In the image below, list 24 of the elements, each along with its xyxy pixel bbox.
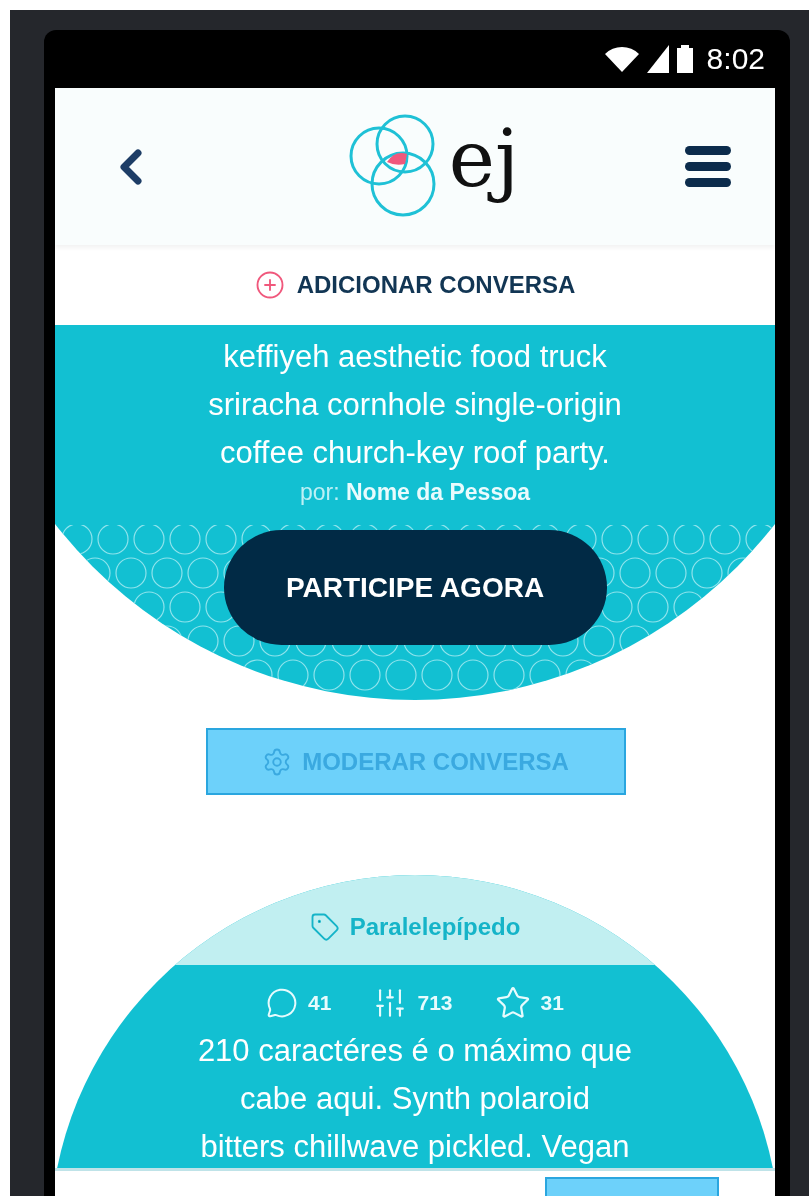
conversation-text: sriracha cornhole single-origin [208, 386, 622, 424]
tag-icon [309, 912, 340, 942]
author-line: por: Nome da Pessoa [299, 479, 531, 506]
speech-bubble-icon [266, 987, 299, 1019]
conversation-text: 210 caractéres é o máximo que [197, 1032, 633, 1070]
battery-icon [676, 45, 693, 73]
signal-icon [646, 45, 669, 73]
menu-button[interactable] [685, 143, 731, 190]
menu-icon [685, 143, 731, 190]
tag-label: Paralelepípedo [349, 913, 521, 941]
logo-text: ej [448, 112, 520, 206]
conversation-text: keffiyeh aesthetic food truck [223, 338, 607, 376]
stat-count: 713 [417, 991, 453, 1015]
participate-button[interactable]: PARTICIPE AGORA [223, 530, 607, 645]
plus-circle-icon [254, 270, 285, 300]
wifi-icon [604, 46, 639, 72]
status-time: 8:02 [706, 42, 765, 76]
star-icon [494, 985, 531, 1021]
conversation-text: cabe aqui. Synth polaroid [240, 1080, 590, 1118]
conversation-text: bitters chillwave pickled. Vegan [200, 1128, 630, 1166]
conversation-text: coffee church-key roof party. [220, 434, 610, 472]
add-conversation-button[interactable]: ADICIONAR CONVERSA [248, 269, 582, 301]
stat-count: 41 [308, 991, 332, 1015]
stat-count: 31 [540, 991, 564, 1015]
